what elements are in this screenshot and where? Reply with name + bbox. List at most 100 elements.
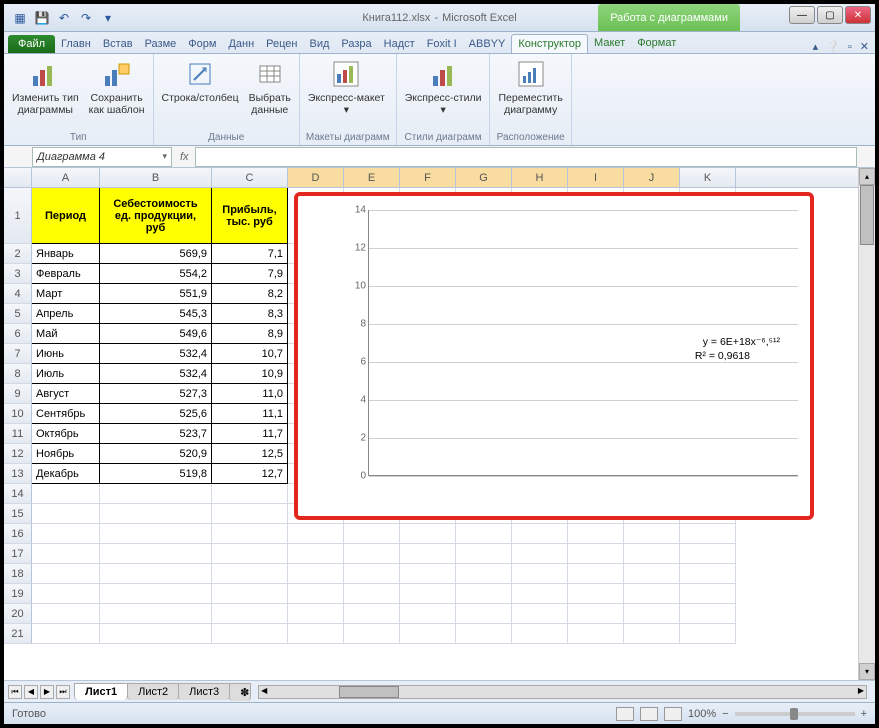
row-header-5[interactable]: 5 (4, 304, 32, 324)
tab-надст[interactable]: Надст (378, 35, 421, 53)
row-header-19[interactable]: 19 (4, 584, 32, 604)
scroll-up-button[interactable]: ▴ (859, 168, 875, 185)
tab-встав[interactable]: Встав (97, 35, 139, 53)
close-button[interactable]: ✕ (845, 6, 871, 24)
zoom-slider[interactable] (735, 712, 855, 716)
help-icon[interactable]: ❔ (826, 40, 840, 53)
quick-layout-icon (330, 58, 362, 90)
row-header-9[interactable]: 9 (4, 384, 32, 404)
status-bar: Готово 100% − + (4, 702, 875, 724)
name-box[interactable]: Диаграмма 4 (32, 147, 172, 167)
row-header-11[interactable]: 11 (4, 424, 32, 444)
col-header-G[interactable]: G (456, 168, 512, 187)
save-as-template[interactable]: Сохранить как шаблон (87, 56, 147, 118)
tab-abbyy[interactable]: ABBYY (463, 35, 512, 53)
maximize-button[interactable]: ▢ (817, 6, 843, 24)
page-break-view-button[interactable] (664, 707, 682, 721)
col-header-C[interactable]: C (212, 168, 288, 187)
undo-icon[interactable]: ↶ (56, 10, 72, 26)
tab-foxit i[interactable]: Foxit I (421, 35, 463, 53)
app-name: Microsoft Excel (442, 12, 517, 24)
col-header-B[interactable]: B (100, 168, 212, 187)
quick-layout[interactable]: Экспресс-макет ▾ (306, 56, 387, 118)
row-header-1[interactable]: 1 (4, 188, 32, 244)
row-header-20[interactable]: 20 (4, 604, 32, 624)
col-header-E[interactable]: E (344, 168, 400, 187)
window-restore-icon[interactable]: ▫ (848, 41, 852, 53)
page-layout-view-button[interactable] (640, 707, 658, 721)
move-chart[interactable]: Переместить диаграмму (496, 56, 564, 118)
sheet-next-button[interactable]: ▶ (40, 685, 54, 699)
col-header-F[interactable]: F (400, 168, 456, 187)
row-header-16[interactable]: 16 (4, 524, 32, 544)
row-header-2[interactable]: 2 (4, 244, 32, 264)
sheet-tab-2[interactable]: Лист2 (127, 683, 179, 700)
row-header-15[interactable]: 15 (4, 504, 32, 524)
save-icon[interactable]: 💾 (34, 10, 50, 26)
embedded-chart[interactable]: 02468101214 y = 6E+18x⁻⁶,⁵¹² R² = 0,9618 (294, 192, 814, 520)
zoom-out-button[interactable]: − (722, 708, 728, 720)
tab-макет[interactable]: Макет (588, 34, 631, 53)
tab-вид[interactable]: Вид (304, 35, 336, 53)
scroll-down-button[interactable]: ▾ (859, 663, 875, 680)
change-chart-type[interactable]: Изменить тип диаграммы (10, 56, 81, 118)
row-header-3[interactable]: 3 (4, 264, 32, 284)
vertical-scrollbar[interactable]: ▴ ▾ (858, 168, 875, 680)
select-data[interactable]: Выбрать данные (247, 56, 293, 118)
col-header-K[interactable]: K (680, 168, 736, 187)
row-header-12[interactable]: 12 (4, 444, 32, 464)
qat-more-icon[interactable]: ▾ (100, 10, 116, 26)
tab-форм[interactable]: Форм (182, 35, 222, 53)
minimize-button[interactable]: — (789, 6, 815, 24)
fx-label[interactable]: fx (180, 151, 189, 163)
zoom-in-button[interactable]: + (861, 708, 867, 720)
row-header-14[interactable]: 14 (4, 484, 32, 504)
row-header-10[interactable]: 10 (4, 404, 32, 424)
row-header-18[interactable]: 18 (4, 564, 32, 584)
redo-icon[interactable]: ↷ (78, 10, 94, 26)
new-sheet-button[interactable]: ✽ (229, 683, 251, 701)
sheet-prev-button[interactable]: ◀ (24, 685, 38, 699)
row-header-13[interactable]: 13 (4, 464, 32, 484)
file-tab[interactable]: Файл (8, 35, 55, 53)
vscroll-thumb[interactable] (860, 185, 874, 245)
formula-input[interactable] (195, 147, 857, 167)
ribbon-tabs: Файл ГлавнВставРазмеФормДаннРеценВидРазр… (4, 32, 875, 54)
tab-рецен[interactable]: Рецен (260, 35, 303, 53)
row-header-8[interactable]: 8 (4, 364, 32, 384)
select-data-icon (254, 58, 286, 90)
tab-данн[interactable]: Данн (222, 35, 260, 53)
col-header-H[interactable]: H (512, 168, 568, 187)
col-header-D[interactable]: D (288, 168, 344, 187)
hscroll-thumb[interactable] (339, 686, 399, 698)
row-header-17[interactable]: 17 (4, 544, 32, 564)
row-header-21[interactable]: 21 (4, 624, 32, 644)
spreadsheet-grid[interactable]: ABCDEFGHIJK 1234567891011121314151617181… (4, 168, 875, 680)
col-header-I[interactable]: I (568, 168, 624, 187)
tab-конструктор[interactable]: Конструктор (511, 34, 588, 53)
workbook-close-icon[interactable]: ✕ (860, 40, 869, 53)
sheet-tab-3[interactable]: Лист3 (178, 683, 230, 700)
select-all-corner[interactable] (4, 168, 32, 187)
minimize-ribbon-icon[interactable]: ▴ (813, 40, 819, 53)
col-header-A[interactable]: A (32, 168, 100, 187)
zoom-level[interactable]: 100% (688, 708, 716, 720)
horizontal-scrollbar[interactable]: ◀ ▶ (258, 685, 867, 699)
sheet-tab-bar: ⏮ ◀ ▶ ⏭ Лист1 Лист2 Лист3 ✽ ◀ ▶ (4, 680, 875, 702)
row-header-7[interactable]: 7 (4, 344, 32, 364)
tab-разме[interactable]: Разме (139, 35, 183, 53)
sheet-last-button[interactable]: ⏭ (56, 685, 70, 699)
tab-главн[interactable]: Главн (55, 35, 97, 53)
sheet-tab-1[interactable]: Лист1 (74, 683, 128, 700)
chart-tools-context: Работа с диаграммами (598, 4, 740, 31)
row-header-4[interactable]: 4 (4, 284, 32, 304)
row-header-6[interactable]: 6 (4, 324, 32, 344)
quick-styles[interactable]: Экспресс-стили ▾ (403, 56, 484, 118)
sheet-first-button[interactable]: ⏮ (8, 685, 22, 699)
normal-view-button[interactable] (616, 707, 634, 721)
tab-разра[interactable]: Разра (335, 35, 377, 53)
move-chart-icon (515, 58, 547, 90)
tab-формат[interactable]: Формат (631, 34, 682, 53)
switch-row-col[interactable]: Строка/столбец (160, 56, 241, 106)
col-header-J[interactable]: J (624, 168, 680, 187)
